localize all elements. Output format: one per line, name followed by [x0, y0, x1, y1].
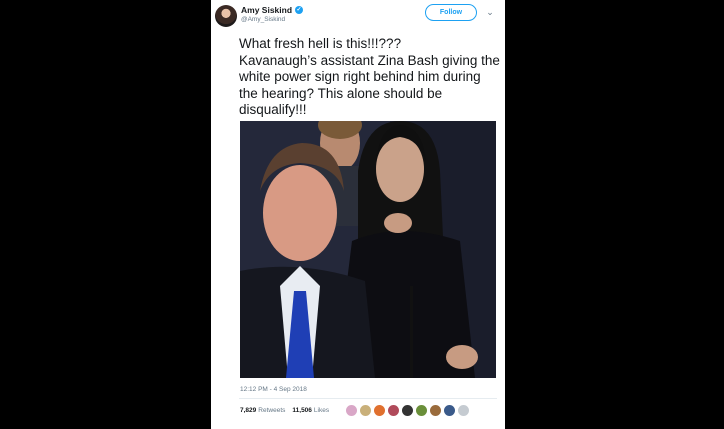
- tweet-timestamp[interactable]: 12:12 PM - 4 Sep 2018: [240, 386, 307, 393]
- engagement-stats: 7,829 Retweets 11,506 Likes: [240, 407, 329, 414]
- tweet-text: What fresh hell is this!!!??? Kavanaugh’…: [239, 36, 500, 118]
- tweet-photo[interactable]: [240, 121, 496, 378]
- retweets-count: 7,829: [240, 407, 257, 414]
- photo-illustration: [240, 121, 496, 378]
- liker-avatars: [345, 404, 470, 417]
- retweets-stat[interactable]: 7,829 Retweets: [240, 407, 285, 414]
- avatar[interactable]: [215, 5, 237, 27]
- liker-avatar[interactable]: [443, 404, 456, 417]
- likes-label: Likes: [313, 407, 330, 414]
- chevron-down-icon[interactable]: ⌄: [485, 7, 495, 17]
- liker-avatar[interactable]: [345, 404, 358, 417]
- display-name-label[interactable]: Amy Siskind: [241, 5, 292, 15]
- likes-stat[interactable]: 11,506 Likes: [292, 407, 329, 414]
- divider: [239, 398, 497, 399]
- liker-avatar[interactable]: [457, 404, 470, 417]
- display-name[interactable]: Amy Siskind ✓: [241, 5, 304, 15]
- liker-avatar[interactable]: [401, 404, 414, 417]
- liker-avatar[interactable]: [373, 404, 386, 417]
- liker-avatar[interactable]: [359, 404, 372, 417]
- liker-avatar[interactable]: [415, 404, 428, 417]
- liker-avatar[interactable]: [429, 404, 442, 417]
- verified-badge-icon: ✓: [295, 6, 304, 14]
- follow-button[interactable]: Follow: [425, 4, 477, 21]
- likes-count: 11,506: [292, 407, 312, 414]
- tweet-card: Amy Siskind ✓ @Amy_Siskind Follow ⌄ What…: [211, 0, 505, 429]
- retweets-label: Retweets: [258, 407, 286, 414]
- user-handle[interactable]: @Amy_Siskind: [241, 16, 285, 23]
- liker-avatar[interactable]: [387, 404, 400, 417]
